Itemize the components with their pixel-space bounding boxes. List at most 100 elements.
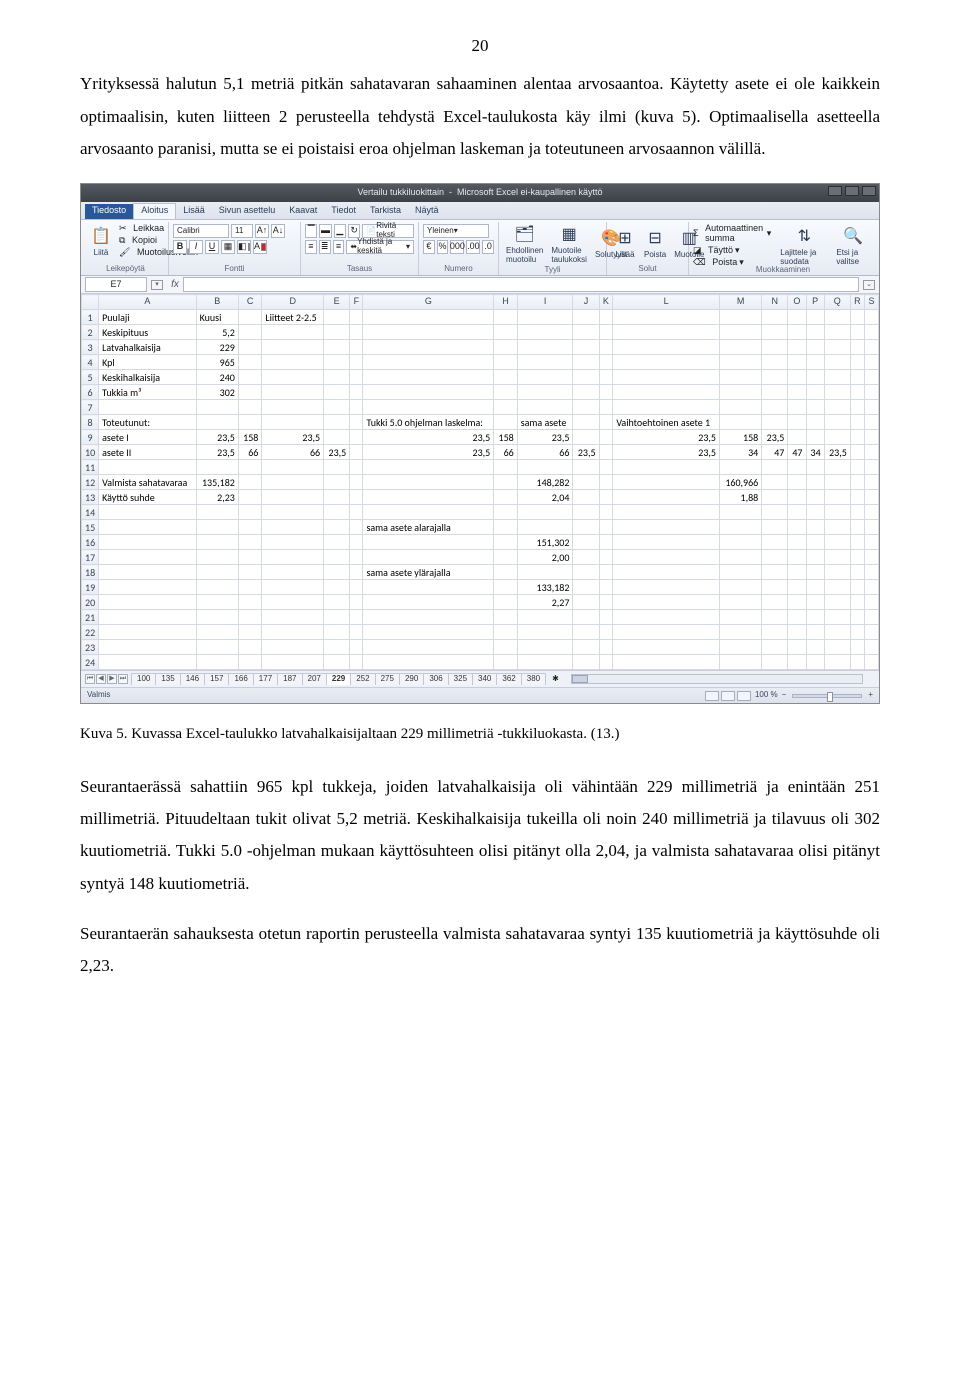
cell[interactable]	[865, 550, 879, 565]
cell[interactable]	[850, 535, 864, 550]
merge-center-button[interactable]: ⬌ Yhdistä ja keskitä ▾	[346, 240, 414, 254]
cell[interactable]: 23,5	[196, 430, 238, 445]
cell[interactable]: 47	[788, 445, 806, 460]
cell[interactable]	[573, 595, 599, 610]
row-header[interactable]: 14	[82, 505, 99, 520]
cell[interactable]: Valmista sahatavaraa	[99, 475, 196, 490]
cell[interactable]	[350, 325, 363, 340]
cell[interactable]	[262, 340, 324, 355]
zoom-out-icon[interactable]: −	[782, 691, 787, 700]
column-header[interactable]: N	[762, 295, 788, 310]
cell[interactable]	[865, 565, 879, 580]
cell[interactable]	[613, 460, 720, 475]
cell[interactable]	[762, 415, 788, 430]
cell[interactable]	[262, 355, 324, 370]
cell[interactable]	[599, 475, 613, 490]
cell[interactable]	[363, 340, 494, 355]
cell[interactable]	[824, 580, 850, 595]
tab-view[interactable]: Näytä	[408, 204, 446, 219]
column-header[interactable]: P	[806, 295, 824, 310]
cell[interactable]	[573, 625, 599, 640]
cell[interactable]	[324, 535, 350, 550]
cell[interactable]	[599, 445, 613, 460]
orientation-icon[interactable]: ↻	[348, 224, 360, 238]
cell[interactable]	[850, 520, 864, 535]
column-header[interactable]: B	[196, 295, 238, 310]
sheet-first-icon[interactable]: ⏮	[85, 674, 95, 684]
cell[interactable]	[806, 400, 824, 415]
cell[interactable]: Latvahalkaisija	[99, 340, 196, 355]
cell[interactable]: Tukki 5.0 ohjelman laskelma:	[363, 415, 494, 430]
cell[interactable]: 23,5	[262, 430, 324, 445]
cell[interactable]	[324, 400, 350, 415]
cell[interactable]	[865, 625, 879, 640]
cell[interactable]	[350, 535, 363, 550]
view-normal-icon[interactable]	[705, 691, 719, 701]
cell[interactable]	[599, 340, 613, 355]
cell[interactable]	[494, 565, 518, 580]
cell[interactable]	[850, 490, 864, 505]
row-header[interactable]: 21	[82, 610, 99, 625]
cell[interactable]	[99, 400, 196, 415]
cell[interactable]	[238, 310, 262, 325]
cell[interactable]	[719, 580, 761, 595]
cell[interactable]	[238, 550, 262, 565]
sheet-tab[interactable]: 290	[399, 673, 424, 685]
column-header[interactable]: E	[324, 295, 350, 310]
thousands-icon[interactable]: 000	[450, 240, 464, 254]
cell[interactable]	[238, 565, 262, 580]
cell[interactable]	[824, 550, 850, 565]
cell[interactable]	[350, 580, 363, 595]
font-color-button[interactable]: A	[253, 240, 267, 254]
cell[interactable]	[762, 595, 788, 610]
cell[interactable]	[573, 325, 599, 340]
cell[interactable]	[238, 415, 262, 430]
cell[interactable]	[196, 460, 238, 475]
cell[interactable]	[865, 385, 879, 400]
cell[interactable]	[788, 400, 806, 415]
cell[interactable]	[865, 310, 879, 325]
cell[interactable]	[262, 520, 324, 535]
sort-filter-button[interactable]: ⇅Lajittele ja suodata	[777, 224, 831, 269]
cell[interactable]	[806, 640, 824, 655]
cell[interactable]	[238, 355, 262, 370]
cell[interactable]	[599, 610, 613, 625]
expand-formula-icon[interactable]: ⌄	[863, 280, 875, 290]
cell[interactable]	[494, 625, 518, 640]
cell[interactable]	[350, 370, 363, 385]
cell[interactable]	[762, 655, 788, 670]
cell[interactable]	[363, 640, 494, 655]
cell[interactable]	[196, 535, 238, 550]
cell[interactable]	[196, 595, 238, 610]
cell[interactable]	[788, 385, 806, 400]
cell[interactable]	[324, 595, 350, 610]
cell[interactable]: 135,182	[196, 475, 238, 490]
cell[interactable]	[613, 385, 720, 400]
cell[interactable]	[494, 370, 518, 385]
sheet-tab[interactable]: 177	[253, 673, 278, 685]
name-box[interactable]: E7	[85, 277, 147, 292]
cell[interactable]	[850, 655, 864, 670]
cell[interactable]	[494, 490, 518, 505]
cell[interactable]	[99, 580, 196, 595]
column-header[interactable]: I	[517, 295, 573, 310]
cell[interactable]	[824, 535, 850, 550]
autosum-button[interactable]: Σ Automaattinen summa ▾	[693, 224, 771, 244]
column-header[interactable]: R	[850, 295, 864, 310]
cell[interactable]	[850, 370, 864, 385]
cell[interactable]	[824, 625, 850, 640]
cell[interactable]	[363, 460, 494, 475]
cell[interactable]	[573, 310, 599, 325]
cell[interactable]	[599, 655, 613, 670]
cell[interactable]: 23,5	[613, 430, 720, 445]
cell[interactable]	[788, 370, 806, 385]
maximize-icon[interactable]	[845, 186, 859, 196]
cell[interactable]	[350, 445, 363, 460]
cell[interactable]	[324, 355, 350, 370]
cell[interactable]	[806, 535, 824, 550]
cell[interactable]	[238, 505, 262, 520]
cell[interactable]	[350, 430, 363, 445]
cell[interactable]	[517, 505, 573, 520]
cell[interactable]	[719, 625, 761, 640]
grow-font-icon[interactable]: A↑	[255, 224, 269, 238]
